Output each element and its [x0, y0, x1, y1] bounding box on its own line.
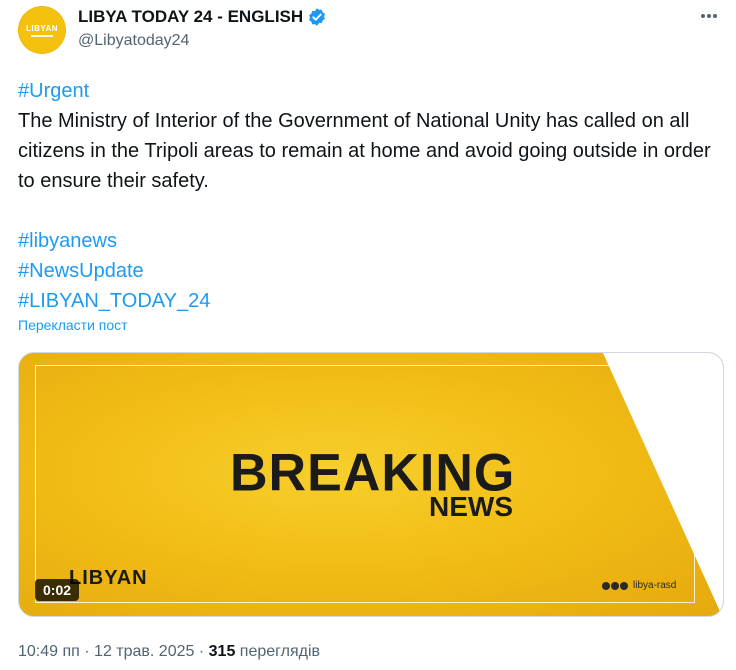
hashtag-urgent[interactable]: #Urgent — [18, 76, 718, 106]
views-label: переглядів — [239, 643, 321, 660]
avatar-text: LIBYAN — [25, 23, 59, 33]
account-handle[interactable]: @Libyatoday24 — [78, 32, 189, 50]
social-dot-icon — [611, 581, 619, 590]
verified-badge-icon[interactable] — [307, 7, 327, 27]
hashtag-libyanews[interactable]: #libyanews — [18, 226, 718, 256]
translate-post-link[interactable]: Перекласти пост — [18, 317, 128, 333]
more-options-icon[interactable] — [698, 6, 720, 26]
name-row: LIBYA TODAY 24 - ENGLISH — [78, 7, 327, 27]
tweet-date[interactable]: 12 трав. 2025 — [94, 643, 194, 660]
social-handle: libya-rasd — [633, 580, 677, 591]
avatar-underline — [31, 34, 53, 37]
media-headline-news: NEWS — [429, 491, 513, 522]
tweet-text: #Urgent The Ministry of Interior of the … — [18, 76, 718, 316]
video-duration-badge: 0:02 — [35, 579, 80, 601]
views-count: 315 — [208, 643, 236, 660]
social-dot-icon — [620, 581, 628, 590]
avatar[interactable]: LIBYAN — [18, 6, 66, 54]
video-media[interactable]: BREAKING NEWS LIBYAN libya-rasd 0:02 — [18, 352, 724, 617]
hashtag-libyan-today-24[interactable]: #LIBYAN_TODAY_24 — [18, 286, 718, 316]
meta-separator: · — [84, 643, 95, 660]
hashtag-newsupdate[interactable]: #NewsUpdate — [18, 256, 718, 286]
media-watermark-social: libya-rasd — [602, 580, 676, 591]
social-dot-icon — [602, 581, 610, 590]
meta-separator: · — [198, 643, 209, 660]
media-watermark-logo: LIBYAN — [69, 567, 148, 589]
tweet-meta: 10:49 пп · 12 трав. 2025 · 315 перегляді… — [18, 643, 320, 661]
tweet-body: The Ministry of Interior of the Governme… — [18, 110, 711, 192]
tweet-time[interactable]: 10:49 пп — [18, 643, 80, 660]
display-name[interactable]: LIBYA TODAY 24 - ENGLISH — [78, 7, 303, 27]
